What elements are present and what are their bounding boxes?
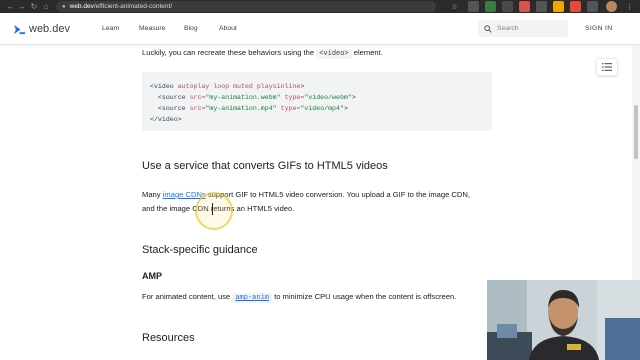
extension-icon[interactable] [536,1,547,12]
extension-icon[interactable] [570,1,581,12]
site-logo[interactable]: web.dev [14,23,70,35]
extension-icon[interactable] [519,1,530,12]
nav-learn[interactable]: Learn [102,25,119,32]
presenter-video-image [487,280,640,360]
site-header: web.dev Learn Measure Blog About Search … [0,13,640,45]
intro-text-end: element. [353,48,383,57]
back-icon[interactable]: ← [4,0,16,12]
code-token: "video/mp4" [300,105,344,112]
reload-icon[interactable]: ↻ [28,0,40,12]
service-text: Many [142,190,161,199]
home-icon[interactable]: ⌂ [40,0,52,12]
logo-text: web.dev [29,23,70,35]
lock-icon: ● [62,3,66,10]
search-input[interactable]: Search [478,20,568,37]
intro-text: Luckily, you can recreate these behavior… [142,48,315,57]
code-token: src= [189,94,206,101]
list-icon [602,63,612,71]
inline-code-video: <video> [316,49,352,59]
service-text-cont: support GIF to HTML5 video conversion. Y… [207,190,470,199]
code-line: <video autoplay loop muted playsinline> [150,81,484,92]
code-token: "my-animation.mp4" [205,105,277,112]
url-text: web.dev/efficient-animated-content/ [69,3,173,10]
heading-amp: AMP [142,271,162,281]
extension-icon[interactable] [587,1,598,12]
intro-paragraph: Luckily, you can recreate these behavior… [142,46,492,61]
extension-icon[interactable] [502,1,513,12]
profile-icon[interactable] [606,1,617,12]
code-token: > [343,105,348,112]
nav-about[interactable]: About [219,25,237,32]
webdev-logo-icon [14,24,25,34]
code-token: <source [150,94,190,101]
code-token: <video [150,83,178,90]
text-cursor-icon [212,203,213,215]
amp-text-end: to minimize CPU usage when the content i… [274,292,457,301]
extension-icon[interactable] [485,1,496,12]
amp-paragraph: For animated content, use amp-anim to mi… [142,290,492,305]
nav-measure[interactable]: Measure [139,25,165,32]
code-token: src= [189,105,206,112]
signin-button[interactable]: SIGN IN [585,25,612,32]
code-line: </video> [150,114,484,125]
extension-icon[interactable] [553,1,564,12]
code-token: type= [284,94,305,101]
nav-blog[interactable]: Blog [184,25,198,32]
code-token: type= [280,105,301,112]
menu-icon[interactable]: ⋮ [624,1,635,12]
code-token: <source [150,105,190,112]
address-bar[interactable]: ● web.dev/efficient-animated-content/ [56,1,436,12]
code-token: "my-animation.webm" [205,94,281,101]
code-token: </video> [150,116,182,123]
code-token: > [300,83,305,90]
heading-use-a-service: Use a service that converts GIFs to HTML… [142,160,388,172]
code-token: autoplay loop muted playsinline [177,83,301,90]
amp-text: For animated content, use [142,292,231,301]
heading-stack-specific: Stack-specific guidance [142,244,258,256]
forward-icon[interactable]: → [16,0,28,12]
amp-anim-link[interactable]: amp-anim [232,293,272,303]
code-line: <source src="my-animation.mp4" type="vid… [150,103,484,114]
browser-toolbar: ← → ↻ ⌂ ● web.dev/efficient-animated-con… [0,0,640,13]
table-of-contents-button[interactable] [596,58,618,76]
code-token: "video/webm" [304,94,352,101]
star-icon[interactable]: ☆ [449,1,460,12]
heading-resources: Resources [142,332,195,344]
search-icon [484,24,492,33]
scrollbar-thumb[interactable] [634,105,638,159]
click-highlight [195,192,233,230]
presenter-webcam [487,280,640,360]
code-line: <source src="my-animation.webm" type="vi… [150,92,484,103]
search-placeholder: Search [497,25,519,32]
extension-icon[interactable] [468,1,479,12]
code-token: > [351,94,356,101]
code-block: <video autoplay loop muted playsinline> … [142,72,492,131]
